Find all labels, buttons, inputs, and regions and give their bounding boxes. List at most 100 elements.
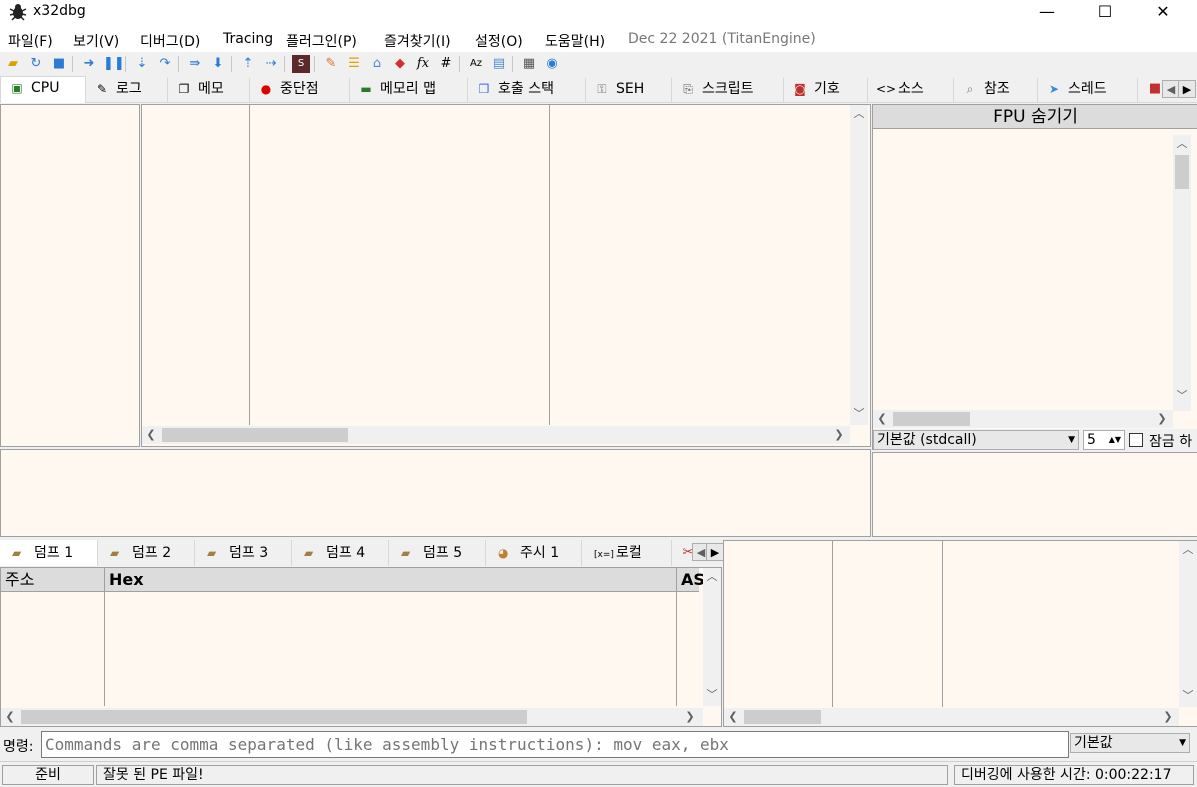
function-icon[interactable]: fx	[414, 55, 432, 73]
tab-dump-5[interactable]: ▰ 덤프 5	[389, 540, 486, 566]
open-icon[interactable]: ▰	[4, 55, 22, 73]
scrollbar-thumb[interactable]	[21, 710, 527, 724]
scroll-left-arrow[interactable]: ❮	[142, 426, 160, 444]
trace-into-icon[interactable]: ⇛	[186, 55, 204, 73]
run-icon[interactable]: ➜	[80, 55, 98, 73]
scroll-right-arrow[interactable]: ❯	[681, 708, 699, 726]
tab-breakpoints[interactable]: ● 중단점	[250, 78, 350, 103]
column-hex[interactable]: Hex	[109, 568, 144, 592]
stack-vertical-scrollbar[interactable]: ︿ ﹀	[1179, 541, 1197, 707]
arg-count-spinbox[interactable]: 5 ▲▼	[1083, 430, 1125, 450]
menu-options[interactable]: 설정(O)	[475, 31, 523, 51]
stack-pane[interactable]: ︿ ﹀ ❮ ❯	[723, 540, 1197, 727]
calling-convention-select[interactable]: 기본값 (stdcall) ▼	[873, 430, 1079, 450]
tab-dump-2[interactable]: ▰ 덤프 2	[98, 540, 195, 566]
label-icon[interactable]: ⌂	[368, 55, 386, 73]
tab-dump-3[interactable]: ▰ 덤프 3	[195, 540, 292, 566]
registers-pane[interactable]: FPU 숨기기 ︿ ﹀ ❮ ❯ 기본값 (stdcall) ▼ 5 ▲▼ 잠금 하	[872, 104, 1197, 451]
scroll-left-arrow[interactable]: ❮	[724, 708, 742, 726]
tab-cpu[interactable]: ▣ CPU	[0, 76, 86, 103]
hash-icon[interactable]: #	[437, 55, 455, 73]
dump-tab-scroll-right-button[interactable]: ▶	[706, 543, 724, 561]
tab-notes[interactable]: ❐ 메모	[168, 78, 250, 103]
minimize-button[interactable]: —	[1018, 0, 1076, 26]
tab-script[interactable]: ⎘ 스크립트	[672, 78, 784, 103]
tab-source[interactable]: <> 소스	[868, 78, 954, 103]
column-ascii[interactable]: AS	[681, 568, 705, 592]
menu-file[interactable]: 파일(F)	[8, 31, 53, 51]
tab-locals[interactable]: [x=] 로컬	[582, 540, 672, 566]
scroll-up-arrow[interactable]: ︿	[1173, 135, 1191, 153]
stack-horizontal-scrollbar[interactable]: ❮ ❯	[724, 708, 1179, 726]
registers-horizontal-scrollbar[interactable]: ❮ ❯	[873, 410, 1173, 428]
branch-gutter-pane[interactable]	[0, 104, 140, 447]
step-over-icon[interactable]: ↷	[156, 55, 174, 73]
scroll-down-arrow[interactable]: ﹀	[1173, 387, 1191, 405]
run-to-user-code-icon[interactable]: ⇢	[262, 55, 280, 73]
tab-watch-1[interactable]: ◕ 주시 1	[486, 540, 582, 566]
tab-memory-map[interactable]: ▬ 메모리 맵	[350, 78, 468, 103]
tab-references[interactable]: ⌕ 참조	[954, 78, 1038, 103]
fpu-toggle-header[interactable]: FPU 숨기기	[873, 105, 1197, 129]
execute-till-return-icon[interactable]: ⇡	[239, 55, 257, 73]
tab-symbols[interactable]: ◙ 기호	[784, 78, 868, 103]
tab-seh[interactable]: ⚿ SEH	[586, 78, 672, 103]
globe-icon[interactable]: ◉	[543, 55, 561, 73]
scrollbar-thumb[interactable]	[893, 412, 970, 426]
disassembly-horizontal-scrollbar[interactable]: ❮ ❯	[142, 426, 850, 444]
disassembly-pane[interactable]: ︿ ﹀ ❮ ❯	[141, 104, 871, 447]
lock-checkbox[interactable]	[1129, 433, 1143, 447]
scroll-down-arrow[interactable]: ﹀	[703, 686, 721, 704]
calculator-icon[interactable]: ▦	[520, 55, 538, 73]
patch-icon[interactable]: ✎	[322, 55, 340, 73]
command-mode-select[interactable]: 기본값 ▼	[1070, 733, 1190, 753]
scroll-right-arrow[interactable]: ❯	[1159, 708, 1177, 726]
scroll-up-arrow[interactable]: ︿	[850, 105, 868, 123]
scylla-icon[interactable]: S	[292, 55, 310, 73]
menu-plugins[interactable]: 플러그인(P)	[286, 31, 357, 51]
maximize-button[interactable]: ☐	[1076, 0, 1134, 26]
comment-icon[interactable]: ☰	[345, 55, 363, 73]
stop-icon[interactable]: ■	[50, 55, 68, 73]
command-input[interactable]	[41, 731, 1069, 758]
strings-icon[interactable]: Az	[467, 55, 485, 73]
pause-icon[interactable]: ❚❚	[103, 55, 125, 73]
scroll-up-arrow[interactable]: ︿	[1179, 541, 1197, 559]
bookmark-icon[interactable]: ◆	[391, 55, 409, 73]
tab-dump-4[interactable]: ▰ 덤프 4	[292, 540, 389, 566]
tab-scroll-right-button[interactable]: ▶	[1178, 80, 1196, 98]
scrollbar-thumb[interactable]	[162, 428, 348, 442]
disassembly-vertical-scrollbar[interactable]: ︿ ﹀	[850, 105, 868, 425]
info-pane[interactable]	[0, 449, 871, 537]
scroll-right-arrow[interactable]: ❯	[830, 426, 848, 444]
step-into-icon[interactable]: ⇣	[133, 55, 151, 73]
scroll-right-arrow[interactable]: ❯	[1153, 410, 1171, 428]
scroll-down-arrow[interactable]: ﹀	[1179, 687, 1197, 705]
menu-tracing[interactable]: Tracing	[223, 31, 273, 47]
scroll-left-arrow[interactable]: ❮	[1, 708, 19, 726]
dump-pane[interactable]: 주소 Hex AS ︿ ﹀ ❮ ❯	[0, 567, 722, 727]
find-icon[interactable]: ▤	[490, 55, 508, 73]
trace-over-icon[interactable]: ⬇	[209, 55, 227, 73]
registers-vertical-scrollbar[interactable]: ︿ ﹀	[1173, 135, 1191, 411]
scroll-down-arrow[interactable]: ﹀	[850, 405, 868, 423]
scroll-left-arrow[interactable]: ❮	[873, 410, 891, 428]
close-button[interactable]: ✕	[1134, 0, 1192, 26]
arguments-pane[interactable]	[872, 452, 1197, 537]
menu-debug[interactable]: 디버그(D)	[140, 31, 200, 51]
dump-vertical-scrollbar[interactable]: ︿ ﹀	[703, 568, 721, 706]
menu-help[interactable]: 도움말(H)	[545, 31, 605, 51]
scrollbar-thumb[interactable]	[744, 710, 821, 724]
tab-threads[interactable]: ➤ 스레드	[1038, 78, 1138, 103]
tab-dump-1[interactable]: ▰ 덤프 1	[0, 540, 98, 566]
scroll-up-arrow[interactable]: ︿	[703, 568, 721, 586]
scrollbar-thumb[interactable]	[1175, 155, 1189, 189]
menu-view[interactable]: 보기(V)	[73, 31, 119, 51]
restart-icon[interactable]: ↻	[27, 55, 45, 73]
tab-log[interactable]: ✎ 로그	[86, 78, 168, 103]
tab-call-stack[interactable]: ❒ 호출 스택	[468, 78, 586, 103]
dump-horizontal-scrollbar[interactable]: ❮ ❯	[1, 708, 703, 726]
toolbar: ▰ ↻ ■ ➜ ❚❚ ⇣ ↷ ⇛ ⬇ ⇡ ⇢ S ✎ ☰ ⌂ ◆ fx # Az…	[0, 52, 1197, 76]
column-address[interactable]: 주소	[5, 568, 34, 592]
menu-favourites[interactable]: 즐겨찾기(I)	[384, 31, 451, 51]
